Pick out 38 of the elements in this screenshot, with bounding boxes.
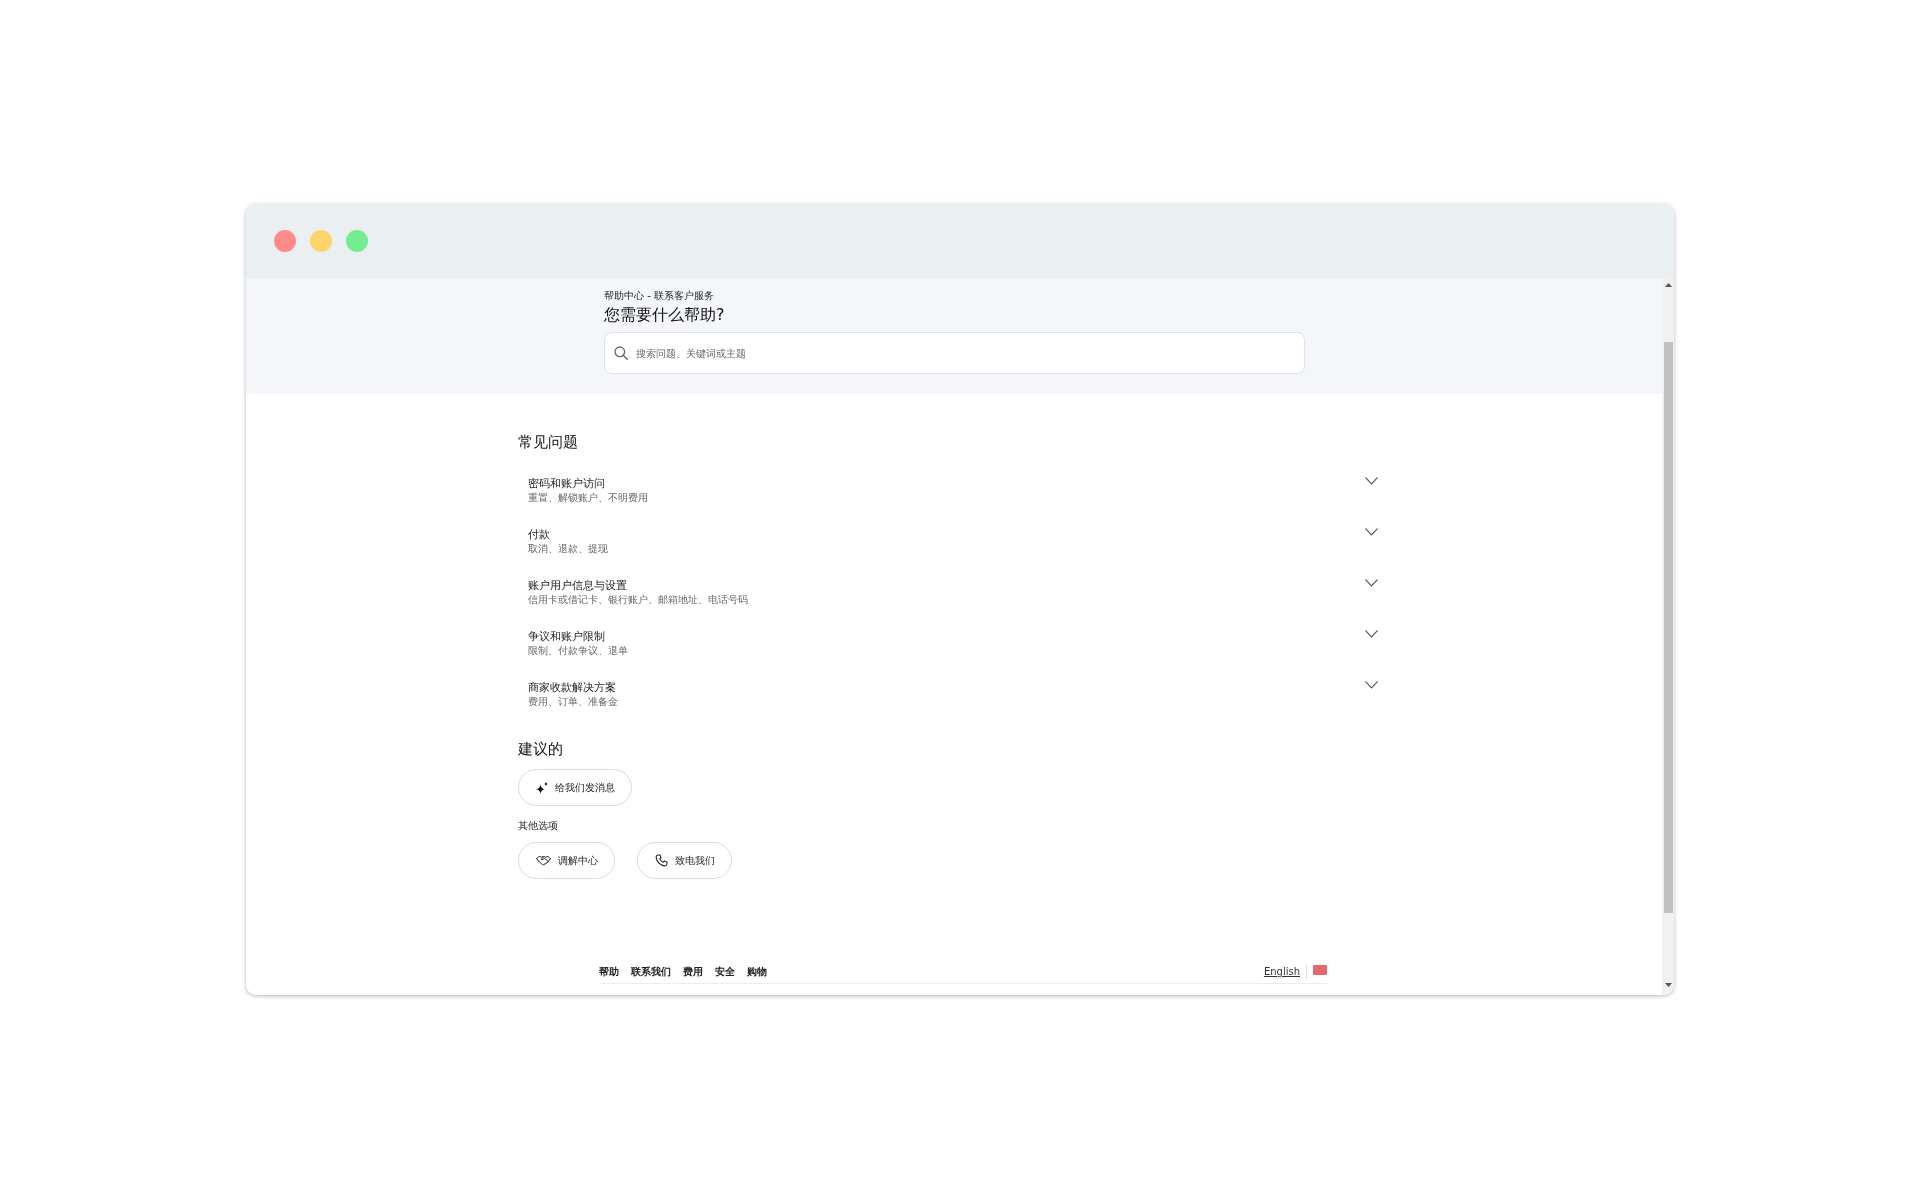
faq-subtitle: 限制、付款争议、退单 (528, 644, 628, 657)
search-field[interactable]: 搜索问题、关键词或主题 (604, 332, 1305, 374)
page-heading: 您需要什么帮助? (604, 304, 726, 326)
handshake-icon (536, 855, 551, 866)
mediation-button[interactable]: 调解中心 (518, 842, 615, 879)
chevron-down-icon[interactable] (1365, 528, 1378, 536)
faq-title[interactable]: 商家收款解决方案 (528, 681, 616, 695)
footer-link[interactable]: 购物 (747, 965, 767, 979)
scroll-down-icon[interactable] (1664, 983, 1672, 987)
section-heading: 常见问题 (518, 432, 579, 453)
scrollbar[interactable] (1662, 278, 1674, 995)
chevron-down-icon[interactable] (1365, 579, 1378, 587)
scroll-up-icon[interactable] (1664, 283, 1672, 287)
faq-title[interactable]: 付款 (528, 528, 550, 542)
faq-title[interactable]: 争议和账户限制 (528, 630, 605, 644)
chevron-down-icon[interactable] (1365, 630, 1378, 638)
scrollbar-thumb[interactable] (1663, 342, 1673, 913)
footer-link[interactable]: 安全 (715, 965, 735, 979)
footer-link[interactable]: 联系我们 (631, 965, 671, 979)
sparkle-icon (536, 781, 548, 794)
language-link[interactable]: English (1263, 965, 1300, 979)
subsection-heading: 其他选项 (518, 819, 559, 833)
search-icon (614, 346, 628, 360)
call-button[interactable]: 致电我们 (637, 842, 732, 879)
faq-subtitle: 费用、订单、准备金 (528, 695, 618, 708)
faq-subtitle: 信用卡或借记卡、银行账户、邮箱地址、电话号码 (528, 593, 748, 606)
section-heading: 建议的 (518, 739, 564, 760)
breadcrumb[interactable]: 帮助中心 - 联系客户服务 (604, 289, 1305, 303)
footer-link[interactable]: 帮助 (599, 965, 619, 979)
message-button[interactable]: 给我们发消息 (518, 769, 632, 806)
footer-link[interactable]: 费用 (683, 965, 703, 979)
chevron-down-icon[interactable] (1365, 477, 1378, 485)
chevron-down-icon[interactable] (1365, 681, 1378, 689)
faq-title[interactable]: 账户用户信息与设置 (528, 579, 627, 593)
faq-title[interactable]: 密码和账户访问 (528, 477, 605, 491)
faq-subtitle: 重置、解锁账户、不明费用 (528, 491, 648, 504)
phone-icon (655, 854, 668, 867)
faq-subtitle: 取消、退款、提现 (528, 542, 608, 555)
